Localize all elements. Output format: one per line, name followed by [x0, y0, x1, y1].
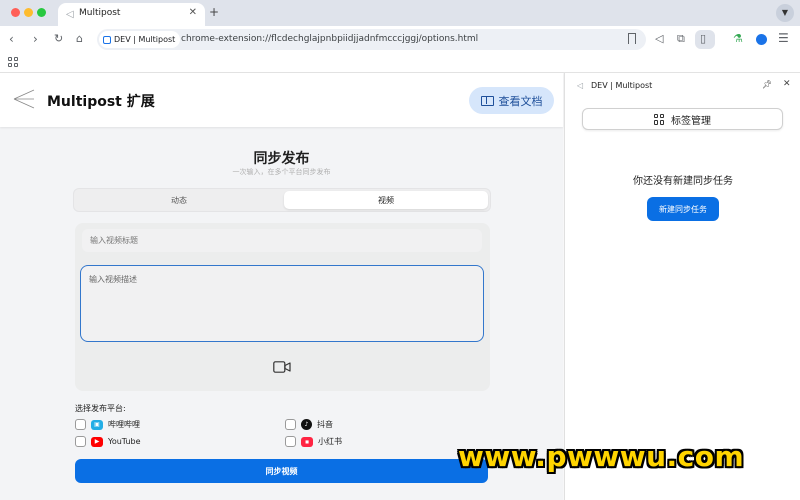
site-chip-label: DEV | Multipost [114, 35, 176, 44]
xiaohongshu-checkbox[interactable] [285, 436, 296, 447]
platform-name: 抖音 [317, 420, 333, 429]
view-docs-button[interactable]: 查看文档 [469, 87, 554, 114]
tab-title: Multipost [79, 8, 121, 18]
douyin-checkbox[interactable] [285, 419, 296, 430]
youtube-icon: ▶ [91, 436, 103, 447]
platform-xiaohongshu[interactable]: ■ 小红书 [285, 436, 342, 447]
tab-dynamic[interactable]: 动态 [76, 191, 282, 209]
side-panel-icon: ▯ [700, 32, 707, 45]
tag-management-label: 标签管理 [671, 115, 711, 127]
new-tab-button[interactable]: + [209, 5, 219, 19]
platform-name: 小红书 [318, 437, 342, 446]
video-upload-icon[interactable] [273, 361, 291, 373]
app-title: Multipost 扩展 [47, 94, 155, 110]
back-arrow-icon[interactable]: ‹ [9, 32, 14, 46]
extension-arrow-icon[interactable]: ◁ [655, 32, 663, 45]
menu-icon[interactable]: ☰ [778, 31, 789, 45]
lab-flask-icon[interactable]: ⚗ [733, 32, 743, 45]
side-panel-close-icon[interactable]: ✕ [783, 79, 791, 89]
bilibili-checkbox[interactable] [75, 419, 86, 430]
platform-youtube[interactable]: ▶ YouTube [75, 436, 141, 447]
bookmarks-bar [0, 53, 800, 73]
content-type-tabs: 动态 视频 [73, 188, 491, 212]
douyin-icon: ♪ [301, 419, 312, 430]
side-panel: ◁ DEV | Multipost 📌︎ ✕ 标签管理 你还没有新建同步任务 新… [564, 73, 800, 500]
extension-icon [103, 35, 111, 44]
site-info-chip[interactable]: DEV | Multipost [99, 31, 181, 48]
options-page: Multipost 扩展 查看文档 同步发布 一次输入，在多个平台同步发布 动态… [0, 73, 563, 500]
maximize-window-icon[interactable] [37, 8, 46, 17]
profile-avatar-icon[interactable] [756, 34, 767, 45]
url-text[interactable]: chrome-extension://flcdechglajpnbpiidjja… [181, 34, 478, 44]
apps-grid-icon[interactable] [8, 57, 18, 67]
publish-subtitle: 一次输入，在多个平台同步发布 [232, 168, 331, 176]
new-sync-task-button[interactable]: 新建同步任务 [647, 197, 719, 221]
bilibili-icon: ▣ [91, 419, 103, 430]
close-window-icon[interactable] [11, 8, 20, 17]
pin-icon[interactable]: 📌︎ [762, 80, 772, 89]
forward-arrow-icon[interactable]: › [33, 32, 38, 46]
video-description-input[interactable] [80, 265, 484, 342]
reload-icon[interactable]: ↻ [54, 32, 63, 45]
platform-label: 选择发布平台: [75, 404, 126, 413]
minimize-window-icon[interactable] [24, 8, 33, 17]
extensions-puzzle-icon[interactable]: ⧉ [677, 32, 685, 46]
grid-icon [654, 113, 665, 125]
platform-name: 哔哩哔哩 [108, 420, 140, 429]
platform-bilibili[interactable]: ▣ 哔哩哔哩 [75, 419, 140, 430]
page-header: Multipost 扩展 查看文档 [0, 73, 563, 127]
xiaohongshu-icon: ■ [301, 436, 313, 447]
platform-douyin[interactable]: ♪ 抖音 [285, 419, 333, 430]
view-docs-label: 查看文档 [498, 94, 543, 108]
browser-tab-strip: ◁ Multipost ✕ + ▼ [0, 0, 800, 26]
book-icon [480, 95, 494, 106]
tab-search-chevron-icon[interactable]: ▼ [776, 4, 794, 22]
watermark: www.pwwwu.com [458, 440, 745, 473]
empty-state-text: 你还没有新建同步任务 [633, 176, 733, 187]
extension-favicon-icon: ◁ [66, 9, 74, 20]
side-panel-title: DEV | Multipost [591, 81, 653, 90]
tab-video[interactable]: 视频 [284, 191, 488, 209]
platform-name: YouTube [108, 437, 141, 446]
publish-title: 同步发布 [253, 151, 310, 167]
tag-management-button[interactable]: 标签管理 [582, 108, 783, 130]
tab-close-icon[interactable]: ✕ [189, 7, 197, 18]
sync-video-button[interactable]: 同步视频 [75, 459, 488, 483]
browser-toolbar: ‹ › ↻ ⌂ DEV | Multipost chrome-extension… [0, 26, 800, 53]
bookmark-icon[interactable] [628, 33, 636, 44]
video-form-card [75, 223, 490, 391]
multipost-logo-icon [13, 89, 35, 109]
side-panel-favicon-icon: ◁ [577, 81, 584, 90]
home-icon[interactable]: ⌂ [76, 32, 83, 45]
youtube-checkbox[interactable] [75, 436, 86, 447]
browser-tab[interactable]: ◁ Multipost ✕ [58, 3, 205, 26]
video-title-input[interactable] [82, 229, 482, 252]
address-bar[interactable]: DEV | Multipost chrome-extension://flcde… [97, 29, 646, 50]
